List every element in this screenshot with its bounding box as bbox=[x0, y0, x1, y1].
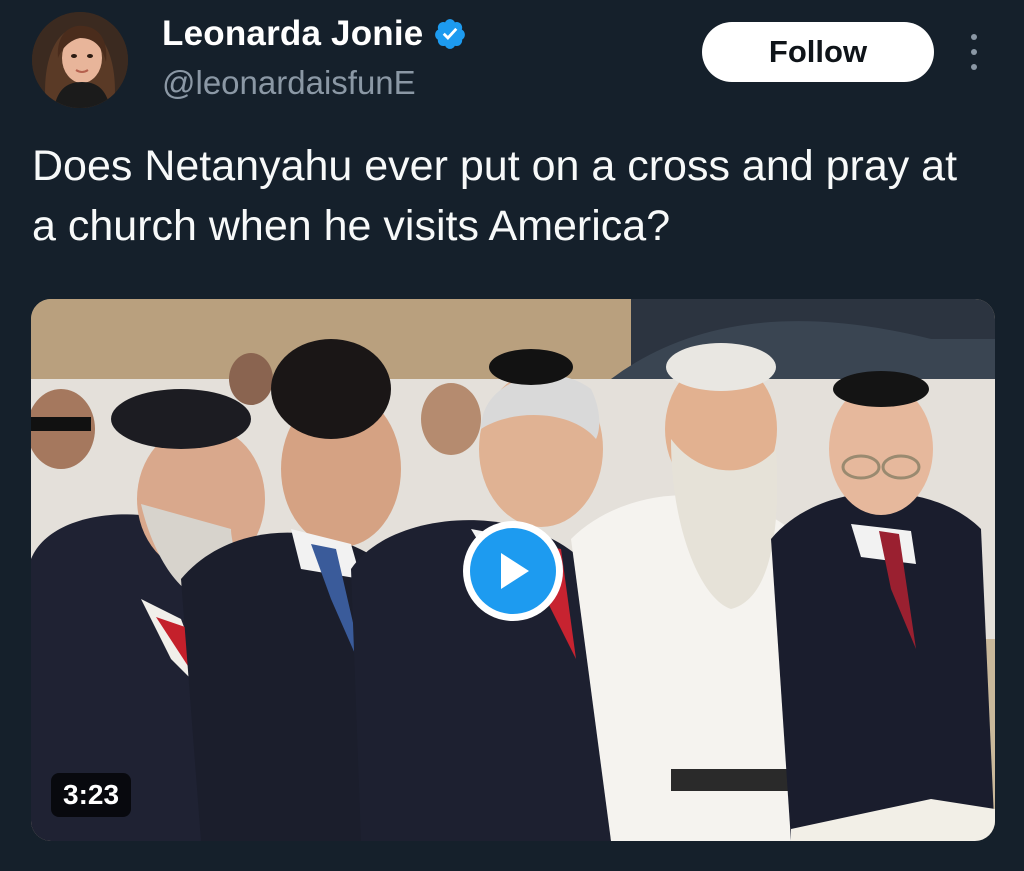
play-icon bbox=[470, 528, 556, 614]
author-display-name[interactable]: Leonarda Jonie bbox=[162, 14, 423, 54]
author-name-row: Leonarda Jonie bbox=[162, 14, 467, 54]
tweet-text: Does Netanyahu ever put on a cross and p… bbox=[32, 142, 958, 250]
tweet-card: Leonarda Jonie @leonardaisfunE Follow Do… bbox=[0, 0, 1024, 871]
verified-badge-icon bbox=[433, 17, 467, 51]
follow-button[interactable]: Follow bbox=[702, 22, 934, 82]
video-player[interactable]: 3:23 bbox=[31, 299, 995, 841]
more-options-icon[interactable] bbox=[958, 34, 990, 70]
video-duration-badge: 3:23 bbox=[51, 773, 132, 817]
author-handle[interactable]: @leonardaisfunE bbox=[162, 64, 416, 102]
play-button[interactable] bbox=[463, 521, 563, 621]
avatar[interactable] bbox=[32, 12, 128, 108]
